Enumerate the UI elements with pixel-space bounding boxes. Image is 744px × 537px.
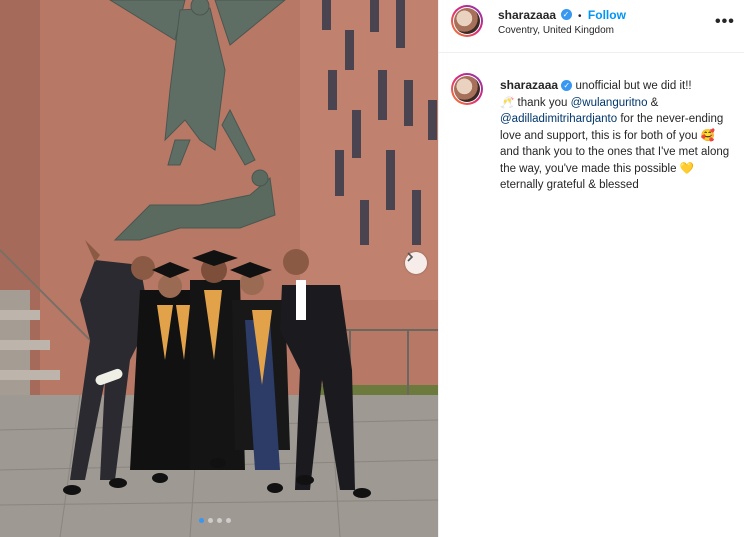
chevron-right-icon [407, 252, 414, 262]
instagram-post: sharazaaa ✓ • Follow Coventry, United Ki… [0, 0, 744, 537]
more-options-icon[interactable]: ••• [715, 13, 735, 31]
carousel-dot-4 [226, 518, 231, 523]
graduation-photo-illustration [0, 0, 438, 537]
caption-text-2: thank you [514, 97, 571, 109]
location-link[interactable]: Coventry, United Kingdom [498, 25, 614, 36]
caption-avatar[interactable] [451, 73, 483, 105]
caption-text-5: and thank you to the ones that I've met … [500, 146, 730, 175]
yellow-heart-icon: 💛 [679, 161, 695, 175]
carousel-dot-2 [208, 518, 213, 523]
smiling-hearts-icon: 🥰 [700, 128, 716, 142]
caption-text-1: unofficial but we did it!! [575, 80, 692, 92]
carousel-dot-1 [199, 518, 204, 523]
caption-verified-badge-icon: ✓ [561, 80, 573, 92]
follow-button[interactable]: Follow [588, 8, 626, 22]
caption-avatar-image [454, 76, 480, 102]
header-user-line: sharazaaa ✓ • Follow [498, 6, 626, 24]
post-photo[interactable] [0, 0, 438, 537]
caption-username[interactable]: sharazaaa [500, 78, 558, 92]
verified-badge-icon: ✓ [560, 9, 572, 21]
header-separator: • [577, 11, 582, 22]
post-side-panel: sharazaaa ✓ • Follow Coventry, United Ki… [438, 0, 744, 537]
caption-text-3: & [647, 97, 659, 109]
post-caption: sharazaaa ✓ unofficial but we did it!! 🥂… [500, 77, 730, 193]
carousel-indicators [199, 518, 231, 523]
caption-text-6: eternally grateful & blessed [500, 179, 639, 191]
carousel-next-button[interactable] [405, 252, 427, 274]
header-username[interactable]: sharazaaa [498, 8, 556, 22]
avatar-ring [453, 7, 481, 35]
avatar[interactable] [451, 5, 483, 37]
carousel-dot-3 [217, 518, 222, 523]
post-header: sharazaaa ✓ • Follow Coventry, United Ki… [439, 0, 744, 53]
avatar-image [454, 8, 480, 34]
caption-avatar-ring [453, 75, 481, 103]
clinking-glasses-icon: 🥂 [500, 95, 515, 109]
mention-link-1[interactable]: @wulanguritno [571, 97, 648, 109]
mention-link-2[interactable]: @adilladimitrihardjanto [500, 113, 617, 125]
